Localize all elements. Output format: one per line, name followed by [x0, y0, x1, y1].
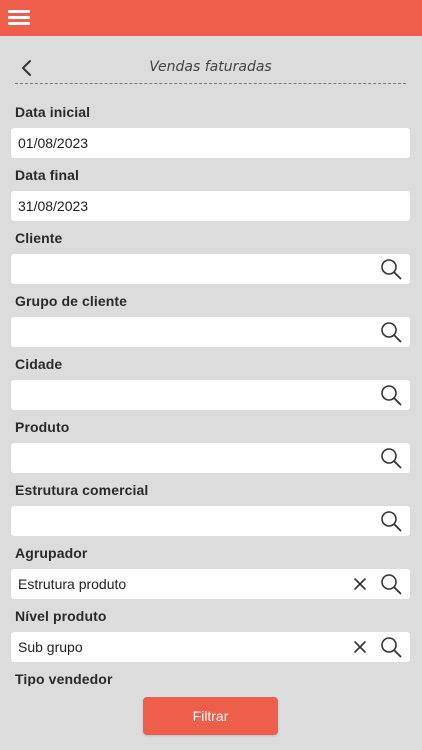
search-icon[interactable] — [380, 447, 402, 469]
chevron-left-icon — [22, 60, 31, 76]
data-inicial-value: 01/08/2023 — [18, 135, 89, 151]
field-label-cliente: Cliente — [15, 230, 63, 246]
app-header-bar — [0, 0, 422, 36]
search-icon[interactable] — [380, 384, 402, 406]
header-divider — [15, 83, 406, 84]
field-label-nivel-produto: Nível produto — [15, 608, 107, 624]
search-icon[interactable] — [380, 636, 402, 658]
cliente-input[interactable] — [11, 254, 410, 284]
field-label-estrutura-comercial: Estrutura comercial — [15, 482, 149, 498]
field-label-grupo-de-cliente: Grupo de cliente — [15, 293, 128, 309]
agrupador-value: Estrutura produto — [18, 576, 127, 592]
back-button[interactable] — [17, 57, 37, 79]
search-icon[interactable] — [380, 573, 402, 595]
filter-button[interactable]: Filtrar — [143, 697, 278, 735]
field-label-data-final: Data final — [15, 167, 80, 183]
field-label-agrupador: Agrupador — [15, 545, 88, 561]
grupo-de-cliente-input[interactable] — [11, 317, 410, 347]
search-icon[interactable] — [380, 321, 402, 343]
data-final-input[interactable]: 31/08/2023 — [11, 191, 410, 221]
estrutura-comercial-input[interactable] — [11, 506, 410, 536]
page-title: Vendas faturadas — [149, 59, 272, 75]
nivel-produto-value: Sub grupo — [18, 639, 83, 655]
close-icon[interactable] — [352, 576, 368, 592]
close-icon[interactable] — [352, 639, 368, 655]
hamburger-menu-icon[interactable] — [8, 9, 30, 27]
field-label-produto: Produto — [15, 419, 70, 435]
produto-input[interactable] — [11, 443, 410, 473]
nivel-produto-input[interactable]: Sub grupo — [11, 632, 410, 662]
field-label-data-inicial: Data inicial — [15, 104, 91, 120]
field-label-cidade: Cidade — [15, 356, 63, 372]
data-final-value: 31/08/2023 — [18, 198, 89, 214]
search-icon[interactable] — [380, 258, 402, 280]
cidade-input[interactable] — [11, 380, 410, 410]
search-icon[interactable] — [380, 510, 402, 532]
data-inicial-input[interactable]: 01/08/2023 — [11, 128, 410, 158]
field-label-tipo-vendedor: Tipo vendedor — [15, 671, 113, 687]
agrupador-input[interactable]: Estrutura produto — [11, 569, 410, 599]
page-header: Vendas faturadas — [15, 54, 406, 84]
